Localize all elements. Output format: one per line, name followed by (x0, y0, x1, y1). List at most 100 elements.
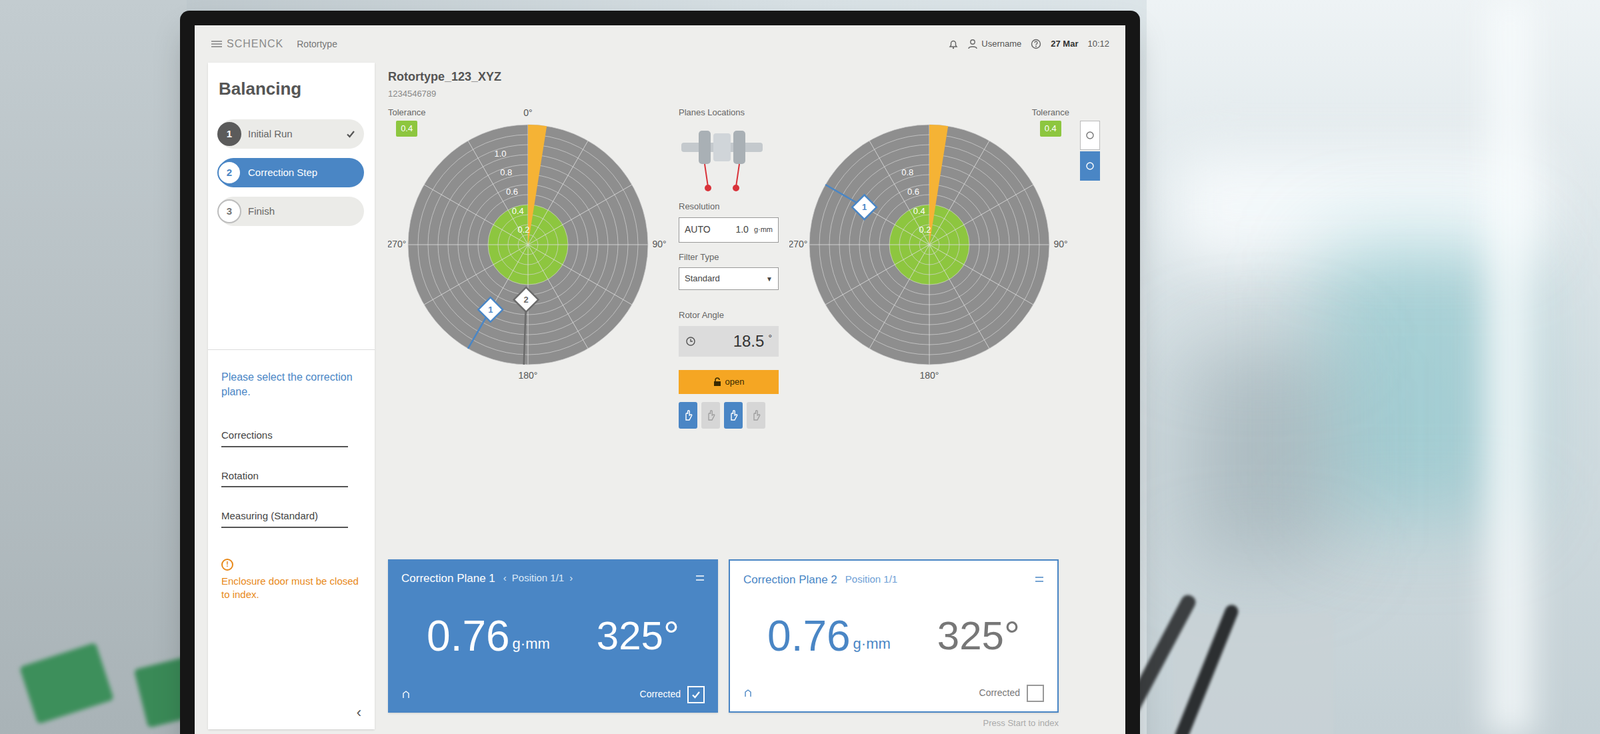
chart-spoke (408, 244, 528, 245)
door-button[interactable]: open (678, 370, 779, 394)
card-footer: Corrected (401, 686, 705, 704)
side-button[interactable] (1080, 151, 1100, 181)
ring-label: 0.8 (901, 167, 914, 178)
check-icon (690, 689, 702, 700)
rotor-diagram-icon (678, 122, 766, 196)
card-title: Correction Plane 1 (401, 570, 496, 588)
sidebar-field[interactable]: Corrections (221, 428, 348, 448)
filter-value: Standard (684, 272, 720, 286)
axis-label: 270° (388, 238, 406, 249)
amount-value: 0.76 (767, 614, 851, 658)
ring-label: 0.2 (518, 224, 530, 235)
unbalance-marker[interactable]: 2 (514, 287, 539, 365)
prev-position-button[interactable]: ‹ (503, 570, 507, 586)
polar-chart: 1.00.80.60.40.20°90°180°270°12 (388, 104, 668, 385)
step-item[interactable]: 2Correction Step (218, 158, 364, 188)
logo-icon (210, 39, 223, 49)
field-list: Corrections Rotation Measuring (Standard) (221, 428, 362, 528)
lock-icon (713, 377, 722, 387)
chart-spoke (825, 244, 930, 305)
correction-amount: 0.76g·mm (426, 614, 550, 658)
center-panel: Planes Locations Res (678, 104, 779, 429)
step-label: Finish (248, 204, 275, 220)
tolerance: Tolerance0.4 (1032, 106, 1070, 137)
ring-label: 0.8 (500, 167, 512, 178)
hand-icon (706, 409, 716, 422)
sidebar-field[interactable]: Measuring (Standard) (221, 508, 348, 528)
chart-spoke (929, 184, 1034, 245)
chart-spoke (528, 244, 632, 305)
corrected-checkbox[interactable] (1026, 684, 1044, 702)
user[interactable]: Username (968, 37, 1022, 51)
tool-button[interactable] (701, 402, 720, 429)
chart-spoke (528, 244, 588, 349)
corrected-checkbox[interactable] (687, 686, 705, 704)
collapse-button[interactable]: ‹ (356, 705, 362, 720)
date: 27 Mar (1050, 37, 1078, 51)
tool-button[interactable] (746, 402, 766, 429)
step-done-indicator (345, 206, 356, 217)
tool-button[interactable] (678, 402, 698, 429)
filter-select[interactable]: Standard ▼ (678, 267, 779, 290)
warning: ! Enclosure door must be closed to index… (221, 558, 362, 602)
step-item[interactable]: 3 Finish (218, 196, 364, 226)
resolution-label: Resolution (678, 200, 720, 214)
tool-button[interactable] (724, 402, 743, 429)
step-number: 3 (217, 199, 242, 224)
chart-plane-2[interactable]: 0.80.60.40.290°180°270°1Tolerance0.4 (789, 104, 1070, 385)
step-item[interactable]: 1Initial Run (218, 119, 364, 149)
background-blur (0, 0, 187, 734)
position-label: Position 1/1 (512, 570, 564, 586)
axis-label: 180° (920, 369, 940, 380)
background-blur (1186, 346, 1334, 560)
card-values: 0.76g·mm 325° (401, 586, 705, 686)
marker-diamond (478, 297, 503, 322)
position-nav[interactable]: ‹ Position 1/1 › (503, 570, 573, 586)
chart-spoke (424, 184, 528, 245)
hand-icon (751, 409, 761, 422)
user-name: Username (981, 37, 1022, 51)
sidebar: Balancing 1Initial Run2Correction Step3F… (208, 62, 375, 730)
chart-ring (809, 124, 1050, 365)
chart-plane-1[interactable]: 1.00.80.60.40.20°90°180°270°12Tolerance0… (388, 104, 668, 385)
correction-plane-card[interactable]: Correction Plane 2Position 1/10.76g·mm32… (728, 559, 1059, 713)
chart-ring (408, 124, 648, 365)
axis-label: 90° (1053, 238, 1068, 249)
unbalance-marker[interactable]: 1 (825, 184, 877, 220)
help-icon[interactable] (1030, 38, 1042, 50)
resolution-field[interactable]: AUTO 1.0 g·mm (678, 217, 779, 243)
cards-area: Correction Plane 1‹Position 1/1›0.76g·mm… (388, 559, 1112, 730)
correction-plane-card[interactable]: Correction Plane 1‹Position 1/1›0.76g·mm… (388, 559, 718, 713)
sidebar-field[interactable]: Rotation (221, 468, 348, 488)
menu-icon[interactable] (695, 574, 705, 582)
correction-angle: 325° (937, 616, 1020, 656)
planes-label: Planes Locations (678, 106, 745, 120)
bell-icon[interactable] (948, 38, 959, 50)
step-list: 1Initial Run 2Correction Step 3 Finish (218, 119, 364, 226)
step-done-indicator (345, 167, 356, 178)
correction-angle: 325° (596, 616, 680, 656)
rotor-info: Rotortype_123_XYZ 1234546789 (388, 62, 1112, 101)
marker-label: 1 (862, 202, 867, 212)
chart-row: 1.00.80.60.40.20°90°180°270°12Tolerance0… (388, 104, 1112, 429)
steps-panel: Balancing 1Initial Run2Correction Step3F… (208, 62, 375, 350)
position-nav[interactable]: Position 1/1 (845, 572, 898, 588)
side-button[interactable] (1080, 120, 1100, 150)
next-position-button[interactable]: › (569, 570, 573, 586)
instructions-panel: Please select the correction plane. Corr… (208, 349, 375, 730)
prompt: Please select the correction plane. (221, 370, 362, 399)
side-buttons (1080, 104, 1103, 181)
step-label: Correction Step (248, 165, 318, 181)
rotor-angle-field: 18.5 ° (678, 326, 779, 357)
door-button-label: open (725, 375, 745, 389)
filter-label: Filter Type (678, 250, 719, 264)
rotor-id: 1234546789 (388, 87, 1112, 101)
clock-icon (685, 336, 696, 347)
menu-icon[interactable] (1034, 576, 1044, 583)
unbalance-marker[interactable]: 1 (468, 297, 503, 349)
tolerance: Tolerance0.4 (388, 106, 426, 137)
chart-spoke (929, 244, 930, 365)
amount-unit: g·mm (512, 632, 550, 658)
hint: Press Start to index (388, 716, 1059, 730)
view-icon (1085, 161, 1095, 171)
